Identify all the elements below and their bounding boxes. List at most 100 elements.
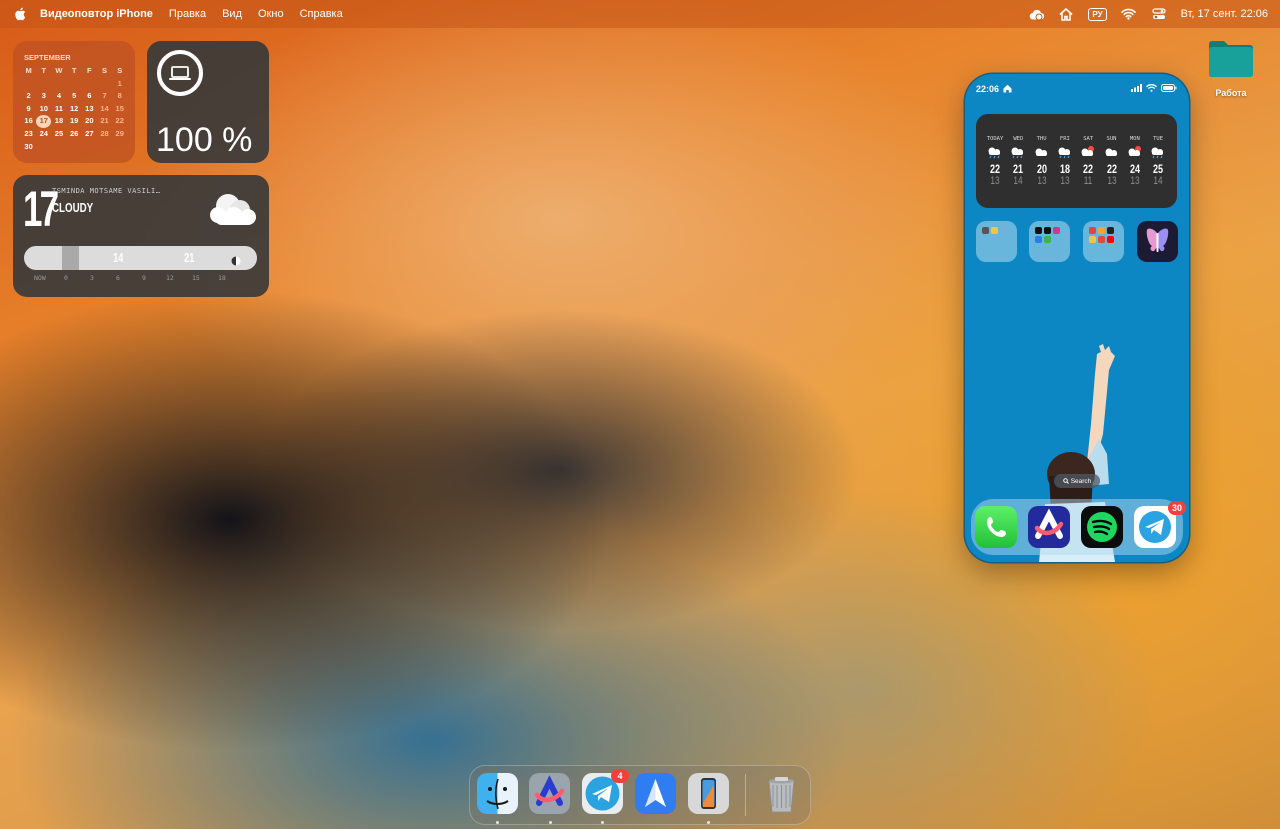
forecast-day-label: TUE [1153, 136, 1164, 142]
hour-label: 0 [64, 274, 68, 282]
calendar-widget[interactable]: SEPTEMBER M T W T F S S 1 2 3 4 5 6 7 8 9 10 11 12 13 14 15 16… [13, 41, 135, 163]
iphone-dock: 30 [971, 499, 1186, 555]
weekday-label: W [55, 66, 63, 75]
forecast-high: 22 [989, 162, 1001, 176]
forecast-day-label: FRI [1059, 136, 1070, 142]
finder-icon[interactable] [477, 773, 518, 814]
control-center-icon[interactable] [1151, 6, 1167, 22]
telegram-badge: 4 [611, 769, 629, 783]
calendar-day: 2 [26, 91, 31, 101]
calendar-grid: M T W T F S S 1 2 3 4 5 6 7 8 9 10 11 12 13 14 15 16 17 18 19 20 21… [21, 65, 127, 153]
calendar-day-today: 17 [36, 115, 52, 128]
app-name-menu[interactable]: Видеоповтор iPhone [40, 8, 153, 20]
bar-temperature-2: 21 [184, 250, 195, 265]
app-folder-1[interactable] [976, 221, 1017, 262]
cloud-icon [1101, 145, 1123, 159]
hour-label: 15 [192, 274, 200, 282]
forecast-low: 11 [1083, 175, 1093, 187]
calendar-day: 22 [115, 116, 124, 126]
bar-temperature-1: 14 [113, 250, 124, 265]
arc-browser-icon[interactable] [529, 773, 570, 814]
forecast-low: 13 [1037, 175, 1047, 187]
home-icon[interactable] [1058, 6, 1074, 22]
battery-icon [1161, 84, 1177, 92]
calendar-day: 29 [115, 128, 124, 138]
mac-dock: 4 [469, 765, 811, 825]
calendar-day [97, 78, 112, 91]
menu-edit[interactable]: Правка [169, 8, 206, 20]
forecast-day-label: MON [1129, 136, 1140, 142]
weather-forecast-widget[interactable]: TODAY 22 13 WED 21 14 THU 20 13 FRI 18 13 SAT 22 11 SUN… [976, 114, 1177, 208]
hour-label: 18 [218, 274, 226, 282]
iphone-time: 22:06 [976, 84, 1000, 94]
desktop-folder-rabota[interactable]: Работа [1206, 38, 1256, 102]
forecast-day-label: SUN [1106, 136, 1117, 142]
app-folder-social[interactable] [1029, 221, 1070, 262]
battery-widget[interactable]: 100 % [147, 41, 269, 163]
weekday-label: F [87, 66, 92, 75]
menu-help[interactable]: Справка [300, 8, 343, 20]
rain-icon [1054, 145, 1076, 159]
spotlight-search-pill[interactable]: Search [1054, 474, 1100, 488]
calendar-day: 1 [117, 78, 122, 88]
weather-widget[interactable]: 17 TSMINDA MOTSAME VASILI… CLOUDY 14 21 … [13, 175, 269, 297]
forecast-high: 24 [1129, 162, 1140, 176]
forecast-low: 13 [1106, 175, 1117, 187]
cloud-icon [206, 188, 260, 228]
weekday-label: S [102, 66, 108, 75]
apple-menu-icon[interactable] [14, 0, 30, 28]
running-indicator [549, 821, 552, 824]
spotify-icon[interactable] [1081, 506, 1123, 548]
creative-cloud-icon[interactable] [1028, 6, 1044, 22]
iphone-mirroring-window[interactable]: 22:06 TODAY 22 13 WED 21 14 THU 20 13 FRI 18 13 SAT 2… [965, 74, 1189, 562]
menu-clock[interactable]: Вт, 17 сент. 22:06 [1181, 8, 1268, 20]
wifi-icon[interactable] [1121, 6, 1137, 22]
calendar-day [36, 78, 51, 91]
search-icon [1062, 478, 1069, 484]
app-butterfly-icon[interactable] [1137, 221, 1178, 262]
phone-app-icon[interactable] [975, 506, 1017, 548]
forecast-high: 18 [1059, 162, 1070, 176]
calendar-day: 10 [39, 103, 48, 113]
trash-icon[interactable] [761, 773, 802, 814]
hour-label: NOW [34, 274, 46, 282]
calendar-day: 9 [26, 103, 31, 113]
hour-label: 3 [90, 274, 94, 282]
forecast-day-label: TODAY [986, 136, 1004, 142]
menu-bar: Видеоповтор iPhone Правка Вид Окно Справ… [0, 0, 1280, 28]
battery-percent: 100 % [156, 121, 253, 159]
moon-icon [231, 253, 241, 266]
spark-mail-icon[interactable] [635, 773, 676, 814]
battery-ring [156, 49, 204, 97]
calendar-month: SEPTEMBER [24, 53, 71, 62]
running-indicator [707, 821, 710, 824]
calendar-day: 11 [55, 103, 63, 113]
hourly-temperature-bar: 14 21 [24, 246, 257, 270]
calendar-day: 19 [69, 116, 79, 126]
calendar-day: 30 [24, 141, 33, 151]
arc-browser-icon[interactable] [1028, 506, 1070, 548]
menu-view[interactable]: Вид [222, 8, 242, 20]
calendar-day: 23 [24, 128, 33, 138]
forecast-day-label: WED [1013, 136, 1024, 142]
calendar-day [21, 78, 36, 91]
forecast-high: 22 [1083, 162, 1094, 176]
rain-icon [1147, 145, 1169, 159]
app-folder-media[interactable] [1083, 221, 1124, 262]
dock-separator [745, 774, 746, 816]
calendar-day: 5 [72, 91, 77, 101]
calendar-day: 28 [100, 128, 109, 138]
input-language-indicator[interactable]: РУ [1088, 7, 1107, 21]
menu-window[interactable]: Окно [258, 8, 284, 20]
calendar-day: 3 [41, 91, 46, 101]
iphone-status-bar: 22:06 [965, 74, 1189, 104]
current-hour-segment [62, 246, 79, 270]
iphone-mirroring-icon[interactable] [688, 773, 729, 814]
weekday-label: T [41, 66, 47, 75]
forecast-low: 14 [1153, 175, 1163, 187]
rain-icon [984, 145, 1006, 159]
forecast-low: 13 [1060, 175, 1070, 187]
calendar-day [51, 78, 66, 91]
calendar-day: 14 [100, 103, 109, 113]
calendar-day: 13 [85, 103, 94, 113]
